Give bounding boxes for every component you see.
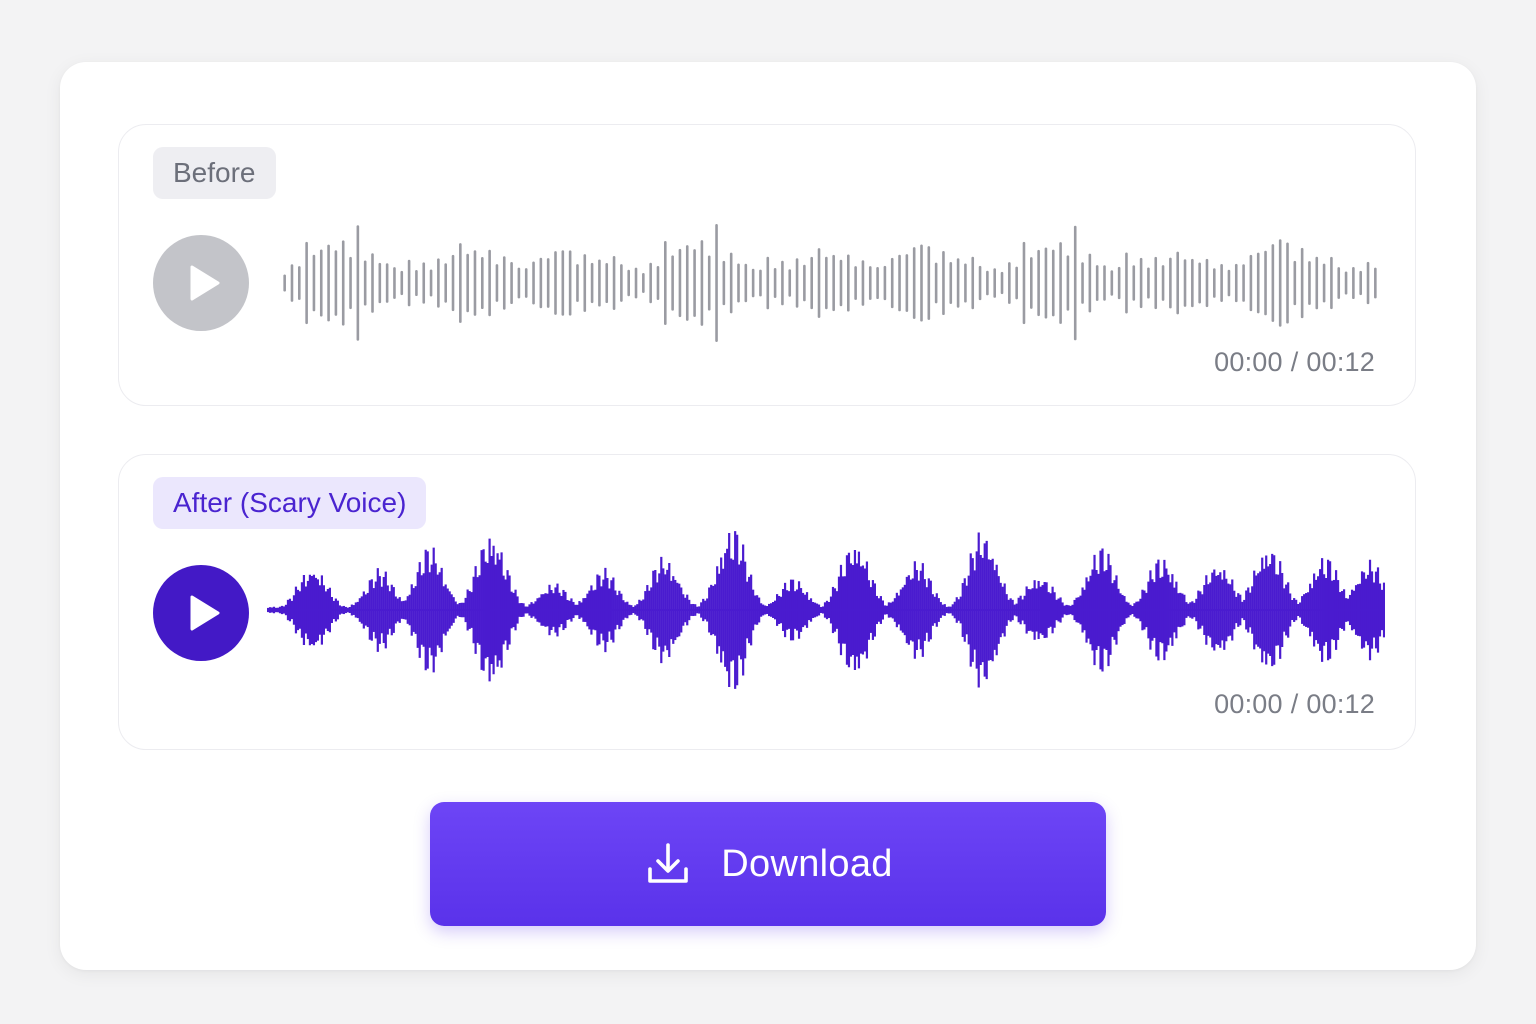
before-audio-panel: Before 00:00/00:12 [118, 124, 1416, 406]
download-icon [648, 843, 689, 883]
play-icon [190, 265, 220, 301]
before-tag: Before [153, 147, 276, 199]
after-play-button[interactable] [153, 565, 249, 661]
download-button[interactable]: Download [430, 802, 1106, 926]
voice-changer-card: Before 00:00/00:12 After (Scary Voice) 0… [60, 62, 1476, 970]
play-icon [190, 595, 220, 631]
before-time-display: 00:00/00:12 [1214, 347, 1375, 378]
before-time-separator: / [1290, 347, 1299, 377]
after-audio-panel: After (Scary Voice) 00:00/00:12 [118, 454, 1416, 750]
after-total-time: 00:12 [1306, 689, 1375, 719]
after-time-separator: / [1290, 689, 1299, 719]
before-total-time: 00:12 [1306, 347, 1375, 377]
before-play-button[interactable] [153, 235, 249, 331]
after-waveform[interactable] [267, 515, 1385, 705]
after-time-display: 00:00/00:12 [1214, 689, 1375, 720]
after-current-time: 00:00 [1214, 689, 1283, 719]
before-waveform[interactable] [281, 221, 1379, 345]
download-label: Download [721, 842, 893, 885]
before-current-time: 00:00 [1214, 347, 1283, 377]
